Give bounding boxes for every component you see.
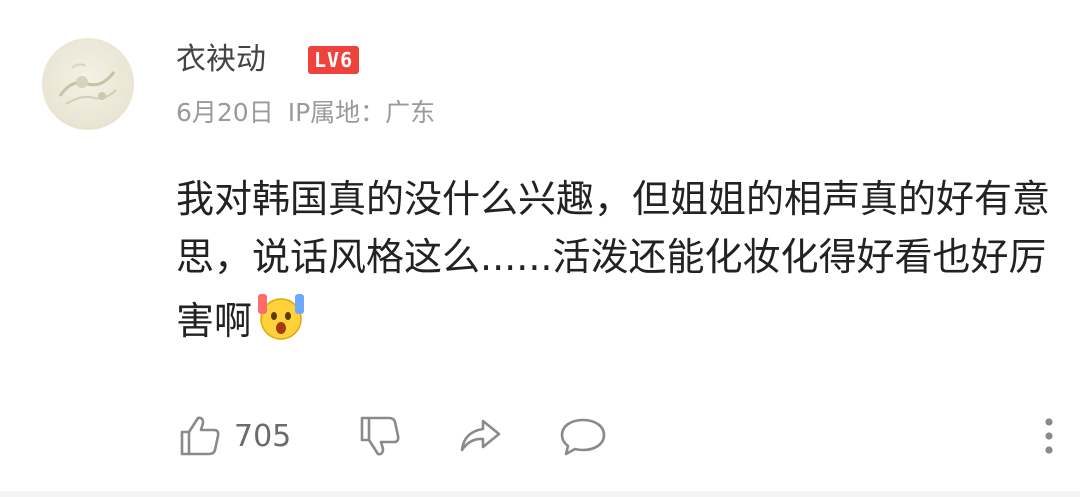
avatar-image bbox=[58, 63, 117, 105]
comment-bubble-icon bbox=[560, 418, 606, 456]
ip-location: IP属地：广东 bbox=[287, 98, 436, 127]
comment-meta: 6月20日 IP属地：广东 bbox=[176, 95, 435, 131]
share-icon bbox=[460, 419, 501, 452]
reply-button[interactable] bbox=[558, 406, 608, 466]
comment-date: 6月20日 bbox=[176, 98, 274, 127]
comment-actions: 705 bbox=[176, 406, 1056, 466]
divider bbox=[0, 491, 1080, 497]
thumbs-down-icon bbox=[360, 416, 400, 456]
level-badge: LV6 bbox=[308, 46, 360, 74]
share-button[interactable] bbox=[456, 406, 504, 466]
like-count: 705 bbox=[234, 418, 292, 454]
like-button[interactable]: 705 bbox=[176, 406, 291, 466]
comment-body: 我对韩国真的没什么兴趣，但姐姐的相声真的好有意思，说话风格这么......活泼还… bbox=[176, 170, 1056, 350]
dislike-button[interactable] bbox=[356, 406, 404, 466]
username[interactable]: 衣袂动 bbox=[176, 38, 266, 82]
more-vertical-icon bbox=[1045, 418, 1053, 454]
avatar[interactable] bbox=[42, 38, 134, 130]
thumbs-up-icon bbox=[180, 416, 220, 456]
more-options-button[interactable] bbox=[1042, 406, 1056, 466]
shocked-face-emoji-icon bbox=[258, 294, 305, 340]
